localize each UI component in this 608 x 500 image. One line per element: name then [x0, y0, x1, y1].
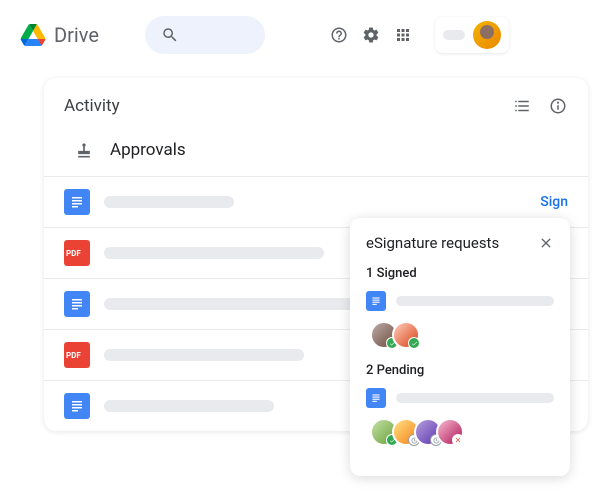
approvals-section: Approvals — [44, 128, 588, 176]
doc-name-placeholder — [396, 296, 554, 306]
doc-icon — [64, 291, 90, 317]
status-decline-icon — [452, 434, 464, 446]
doc-icon — [64, 189, 90, 215]
signer-avatars — [366, 418, 554, 446]
product-name: Drive — [54, 23, 99, 47]
list-view-icon[interactable] — [512, 96, 532, 116]
profile-placeholder — [443, 30, 465, 40]
doc-name-placeholder — [396, 393, 554, 403]
user-avatar — [473, 21, 501, 49]
pdf-icon: PDF — [64, 240, 90, 266]
signer-avatar[interactable] — [436, 418, 464, 446]
esignature-doc-row[interactable] — [366, 388, 554, 408]
profile-badge[interactable] — [435, 17, 509, 53]
file-name-placeholder — [104, 196, 234, 208]
signer-avatars — [366, 321, 554, 349]
approvals-label: Approvals — [110, 140, 186, 160]
close-icon[interactable] — [538, 235, 554, 251]
file-name-placeholder — [104, 349, 304, 361]
esignature-title: eSignature requests — [366, 234, 499, 252]
status-check-icon — [408, 337, 420, 349]
signed-label: 1 Signed — [366, 266, 554, 281]
activity-controls — [512, 96, 568, 116]
search-bar[interactable] — [145, 16, 265, 54]
esignature-doc-row[interactable] — [366, 291, 554, 311]
doc-icon — [366, 388, 386, 408]
pdf-icon: PDF — [64, 342, 90, 368]
app-header: Drive — [0, 0, 608, 70]
file-name-placeholder — [104, 247, 324, 259]
pending-label: 2 Pending — [366, 363, 554, 378]
apps-icon[interactable] — [393, 25, 413, 45]
signer-avatar[interactable] — [392, 321, 420, 349]
doc-icon — [64, 393, 90, 419]
svg-text:PDF: PDF — [66, 249, 81, 258]
esignature-header: eSignature requests — [366, 234, 554, 252]
file-name-placeholder — [104, 298, 354, 310]
activity-header: Activity — [44, 96, 588, 128]
settings-icon[interactable] — [361, 25, 381, 45]
doc-icon — [366, 291, 386, 311]
stamp-icon — [74, 140, 94, 160]
esignature-panel: eSignature requests 1 Signed 2 Pending — [350, 218, 570, 476]
help-icon[interactable] — [329, 25, 349, 45]
file-name-placeholder — [104, 400, 274, 412]
search-icon — [161, 26, 179, 44]
svg-text:PDF: PDF — [66, 351, 81, 360]
info-icon[interactable] — [548, 96, 568, 116]
sign-link[interactable]: Sign — [540, 194, 568, 210]
drive-logo-icon — [20, 24, 46, 46]
drive-logo[interactable]: Drive — [20, 23, 99, 47]
activity-title: Activity — [64, 96, 120, 116]
header-actions — [329, 17, 509, 53]
